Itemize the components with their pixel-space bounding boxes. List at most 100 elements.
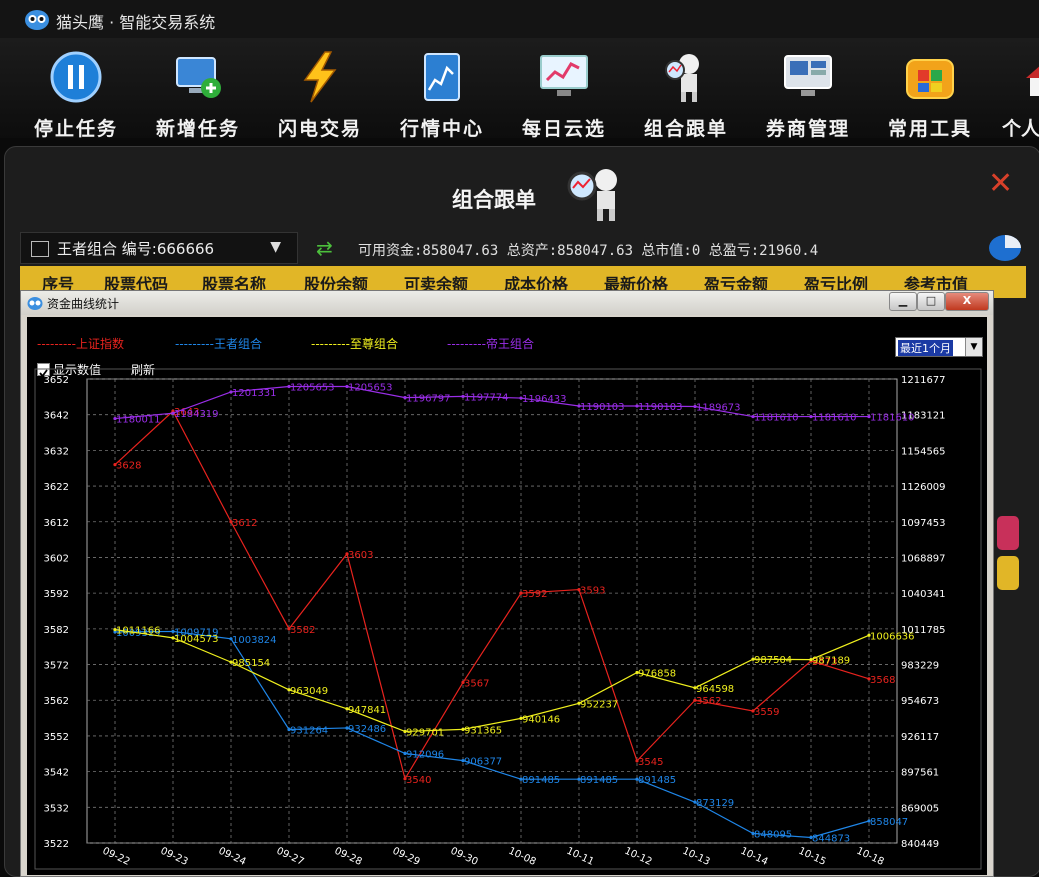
toolbar-label: 券商管理: [765, 118, 850, 140]
data-label: 987504: [754, 655, 792, 666]
refresh-icon[interactable]: ⇄: [316, 236, 333, 260]
data-label: 1196797: [406, 394, 451, 405]
x-tick-label: 09-28: [333, 846, 364, 868]
data-label: 1181610: [870, 413, 915, 424]
broker-management-button[interactable]: 券商管理: [758, 50, 858, 141]
owl-logo-icon: [27, 297, 43, 310]
portfolio-follow-button[interactable]: 组合跟单: [636, 50, 736, 141]
common-tools-button[interactable]: 常用工具: [880, 50, 980, 141]
add-task-button[interactable]: 新增任务: [148, 50, 248, 141]
x-tick-label: 10-18: [855, 846, 886, 868]
data-label: 844873: [812, 833, 850, 844]
data-label: 964598: [696, 684, 734, 695]
data-label: 3562: [696, 696, 721, 707]
maximize-button[interactable]: □: [917, 292, 945, 311]
x-tick-label: 09-24: [217, 846, 248, 868]
y-left-tick-label: 3532: [44, 803, 69, 814]
data-label: 3593: [580, 586, 605, 597]
stop-task-button[interactable]: 停止任务: [26, 50, 126, 141]
lightning-icon: [303, 51, 337, 103]
data-label: 858047: [870, 817, 908, 828]
main-toolbar: 停止任务 新增任务 闪电交易 行情中心 每日云选 组合跟单 券商管理 常用工具 …: [0, 38, 1039, 141]
data-label: 1205653: [348, 383, 393, 394]
x-tick-label: 09-30: [449, 846, 480, 868]
y-right-tick-label: 1097453: [901, 518, 946, 529]
daily-pick-button[interactable]: 每日云选: [514, 50, 614, 141]
dialog-body: ---------上证指数 ---------王者组合 ---------至尊组…: [27, 317, 987, 875]
y-right-tick-label: 1068897: [901, 553, 946, 564]
dialog-title-bar: 资金曲线统计 ▁ □ X: [21, 291, 993, 315]
data-label: 976858: [638, 669, 676, 680]
data-label: 1180011: [116, 415, 161, 426]
data-label: 1196433: [522, 394, 567, 405]
data-label: 3567: [464, 678, 489, 689]
data-label: 3592: [522, 589, 547, 600]
y-right-tick-label: 869005: [901, 803, 939, 814]
side-action-button[interactable]: [997, 556, 1019, 590]
personal-button[interactable]: 个人: [1002, 50, 1039, 141]
y-left-tick-label: 3612: [44, 518, 69, 529]
data-label: 1190103: [580, 402, 625, 413]
minimize-button[interactable]: ▁: [889, 292, 917, 311]
dialog-title: 资金曲线统计: [47, 297, 120, 311]
x-tick-label: 10-08: [507, 846, 538, 868]
data-label: 1189673: [696, 403, 741, 414]
portfolio-select-value: 王者组合 编号:666666: [57, 240, 215, 258]
portfolio-select[interactable]: 王者组合 编号:666666 ▼: [20, 232, 298, 264]
side-action-button[interactable]: [997, 516, 1019, 550]
data-label: 1181610: [812, 413, 857, 424]
data-label: 906377: [464, 757, 502, 768]
data-label: 1205653: [290, 383, 335, 394]
panel-close-button[interactable]: ✕: [988, 166, 1013, 201]
y-right-tick-label: 1211677: [901, 375, 946, 386]
data-label: 932486: [348, 724, 386, 735]
x-tick-label: 10-15: [797, 846, 828, 868]
account-summary: 可用资金:858047.63 总资产:858047.63 总市值:0 总盈亏:2…: [358, 243, 819, 259]
data-label: 952237: [580, 699, 618, 710]
y-left-tick-label: 3552: [44, 732, 69, 743]
y-right-tick-label: 1126009: [901, 482, 946, 493]
owl-logo-icon: [25, 10, 49, 30]
y-left-tick-label: 3572: [44, 661, 69, 672]
data-label: 1201331: [232, 388, 277, 399]
y-left-tick-label: 3542: [44, 768, 69, 779]
y-right-tick-label: 1154565: [901, 446, 946, 457]
pie-chart-icon[interactable]: [988, 232, 1022, 262]
data-label: 1011166: [116, 626, 161, 637]
flash-trade-button[interactable]: 闪电交易: [270, 50, 370, 141]
home-icon: [1026, 66, 1039, 96]
dialog-close-button[interactable]: X: [945, 292, 989, 311]
x-tick-label: 10-13: [681, 846, 712, 868]
y-left-tick-label: 3652: [44, 375, 69, 386]
data-label: 873129: [696, 798, 734, 809]
toolbar-label: 闪电交易: [277, 118, 362, 140]
y-right-tick-label: 954673: [901, 696, 939, 707]
data-label: 3540: [406, 775, 431, 786]
data-label: 1004573: [174, 634, 219, 645]
data-label: 1006636: [870, 631, 915, 642]
y-right-tick-label: 983229: [901, 661, 939, 672]
data-label: 3603: [348, 550, 373, 561]
data-label: 1181610: [754, 413, 799, 424]
data-label: 963049: [290, 686, 328, 697]
y-right-tick-label: 840449: [901, 839, 939, 850]
app-title-bar: 猫头鹰 · 智能交易系统: [0, 0, 1039, 39]
data-label: 891485: [580, 775, 618, 786]
toolbox-icon: [906, 59, 954, 99]
y-left-tick-label: 3562: [44, 696, 69, 707]
list-icon: [31, 241, 49, 257]
chart-outer-frame: [34, 368, 982, 870]
data-label: 1190103: [638, 402, 683, 413]
market-center-button[interactable]: 行情中心: [392, 50, 492, 141]
app-title: 猫头鹰 · 智能交易系统: [56, 13, 216, 32]
data-label: 912096: [406, 749, 444, 760]
y-right-tick-label: 897561: [901, 768, 939, 779]
x-tick-label: 10-11: [565, 846, 596, 868]
panel-title: 组合跟单: [452, 188, 536, 212]
data-label: 3582: [290, 625, 315, 636]
data-label: 987189: [812, 656, 850, 667]
chevron-down-icon: ▼: [270, 239, 281, 255]
follow-robot-icon: [665, 54, 699, 102]
data-label: 3612: [232, 518, 257, 529]
add-monitor-icon: [176, 57, 221, 98]
